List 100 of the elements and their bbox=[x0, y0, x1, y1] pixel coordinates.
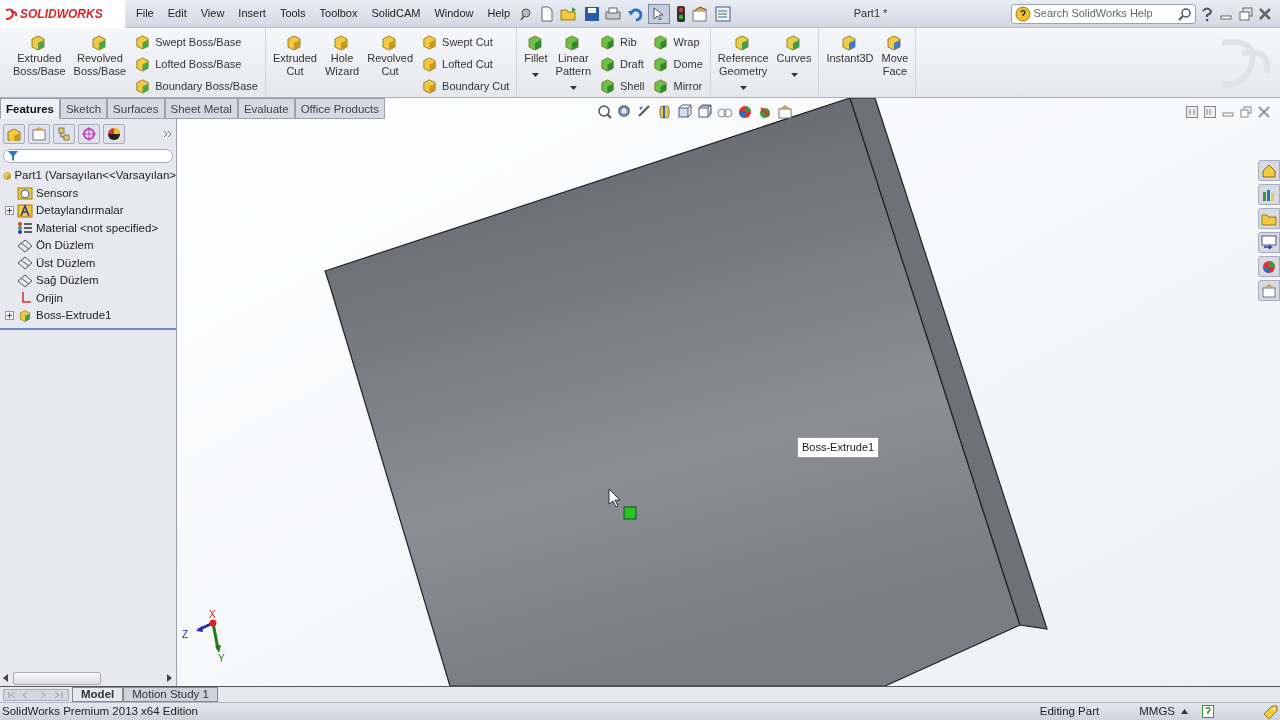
tree-item[interactable]: Part1 (Varsayılan<<Varsayılan> bbox=[0, 167, 176, 185]
ribbon-button[interactable]: Mirror bbox=[649, 76, 706, 97]
ribbon-button[interactable]: Curves bbox=[773, 32, 815, 80]
scroll-right-icon[interactable] bbox=[167, 674, 173, 682]
zoom-fit-icon[interactable] bbox=[597, 104, 613, 120]
menu-item[interactable]: File bbox=[129, 5, 161, 22]
expand-icon[interactable] bbox=[5, 206, 14, 216]
ribbon-button[interactable]: Swept Cut bbox=[418, 32, 513, 53]
menu-item[interactable]: SolidCAM bbox=[364, 5, 428, 22]
scroll-left-icon[interactable] bbox=[3, 674, 9, 682]
help-icon[interactable] bbox=[1199, 5, 1214, 22]
menu-item[interactable]: View bbox=[193, 5, 232, 22]
ribbon-button[interactable]: Reference Geometry bbox=[714, 32, 772, 93]
ribbon-button[interactable]: Wrap bbox=[649, 32, 706, 53]
tree-item[interactable]: Orijin bbox=[0, 289, 176, 307]
ribbon-button[interactable]: Lofted Boss/Base bbox=[131, 54, 261, 75]
ribbon-button[interactable]: Shell bbox=[596, 76, 648, 97]
ribbon-button[interactable]: Instant3D bbox=[823, 32, 877, 67]
traffic-light-icon[interactable] bbox=[675, 4, 686, 23]
restore-icon[interactable] bbox=[1240, 106, 1252, 118]
command-tab[interactable]: Office Products bbox=[294, 98, 386, 119]
command-tab[interactable]: Sheet Metal bbox=[164, 98, 238, 119]
checklist-icon[interactable] bbox=[714, 5, 731, 22]
document-tab[interactable]: Motion Study 1 bbox=[123, 687, 218, 702]
home-icon[interactable] bbox=[1261, 162, 1277, 179]
new-document-icon[interactable] bbox=[538, 5, 555, 22]
ribbon-button[interactable]: Boundary Cut bbox=[418, 76, 513, 97]
scrollbar-thumb[interactable] bbox=[13, 671, 101, 685]
caret-up-icon[interactable] bbox=[1181, 709, 1188, 714]
view-settings-icon[interactable] bbox=[777, 104, 793, 120]
quick-help-icon[interactable] bbox=[1202, 705, 1214, 718]
command-tab[interactable]: Sketch bbox=[59, 98, 108, 119]
appearance-icon[interactable] bbox=[1261, 258, 1277, 275]
ribbon-button[interactable]: Hole Wizard bbox=[321, 32, 363, 80]
menu-item[interactable]: Edit bbox=[160, 5, 194, 22]
restore-icon[interactable] bbox=[1238, 6, 1253, 21]
cube-icon bbox=[285, 34, 304, 52]
ribbon-button[interactable]: Extruded Cut bbox=[269, 32, 320, 80]
ribbon-button[interactable]: Dome bbox=[649, 54, 706, 75]
property-tab[interactable] bbox=[28, 124, 50, 144]
appearance-icon[interactable] bbox=[737, 104, 753, 120]
cube-icon bbox=[886, 34, 904, 52]
command-tab[interactable]: Surfaces bbox=[107, 98, 165, 119]
configuration-tab[interactable] bbox=[53, 124, 75, 144]
display-style-icon[interactable] bbox=[697, 104, 713, 120]
ribbon-button[interactable]: Linear Pattern bbox=[552, 32, 594, 93]
close-icon[interactable] bbox=[1258, 106, 1270, 118]
menu-item[interactable]: Tools bbox=[272, 5, 313, 22]
tree-item[interactable]: Material <not specified> bbox=[0, 219, 176, 237]
tag-icon[interactable] bbox=[1262, 703, 1278, 720]
menu-item[interactable]: Help bbox=[480, 5, 518, 22]
part-icon bbox=[6, 127, 22, 141]
cube-icon bbox=[90, 34, 109, 52]
split-view-icon[interactable] bbox=[1186, 106, 1198, 118]
ribbon-button[interactable]: Move Face bbox=[878, 32, 912, 80]
view-orientation-icon[interactable] bbox=[677, 104, 693, 120]
print-icon[interactable] bbox=[605, 5, 622, 22]
ribbon-button[interactable]: Fillet bbox=[521, 32, 551, 80]
status-text: SolidWorks Premium 2013 x64 Edition bbox=[1, 703, 199, 719]
ribbon-button[interactable]: Revolved Cut bbox=[364, 32, 417, 80]
menu-item[interactable]: Insert bbox=[231, 5, 273, 22]
filter-field[interactable] bbox=[3, 149, 173, 163]
save-icon[interactable] bbox=[583, 5, 600, 22]
units-selector[interactable]: MMGS bbox=[1139, 702, 1175, 720]
ribbon-button[interactable]: Swept Boss/Base bbox=[131, 32, 261, 53]
close-icon[interactable] bbox=[1258, 6, 1272, 21]
configuration-icon bbox=[56, 127, 72, 141]
view-palette-icon[interactable] bbox=[1261, 234, 1277, 251]
tree-item[interactable]: Sağ Düzlem bbox=[0, 272, 176, 290]
tree-item[interactable]: Ön Düzlem bbox=[0, 237, 176, 255]
material-icon bbox=[17, 221, 33, 236]
ribbon-button[interactable]: Boundary Boss/Base bbox=[131, 76, 261, 97]
search-box[interactable]: Search SolidWorks Help bbox=[1010, 3, 1196, 24]
tree-item[interactable]: Detaylandırmalar bbox=[0, 202, 176, 220]
sensor-icon bbox=[17, 186, 33, 201]
split-view-icon[interactable] bbox=[1204, 106, 1216, 118]
command-tab[interactable]: Features bbox=[0, 98, 60, 119]
menu-item[interactable]: Toolbox bbox=[312, 5, 365, 22]
ribbon-button[interactable]: Extruded Boss/Base bbox=[10, 32, 69, 80]
expand-chevron-icon[interactable] bbox=[163, 129, 173, 139]
options-icon[interactable] bbox=[691, 5, 710, 22]
zoom-area-icon[interactable] bbox=[617, 104, 633, 120]
display-tab[interactable] bbox=[103, 124, 125, 144]
cube-icon bbox=[421, 78, 439, 95]
document-tab[interactable]: Model bbox=[72, 687, 124, 702]
custom-properties-icon[interactable] bbox=[1261, 282, 1277, 299]
ribbon-button[interactable]: Revolved Boss/Base bbox=[70, 32, 130, 80]
tree-item[interactable]: Sensors bbox=[0, 184, 176, 202]
ribbon-button[interactable]: Draft bbox=[596, 54, 648, 75]
ribbon-button[interactable]: Rib bbox=[596, 32, 648, 53]
cursor-icon bbox=[608, 488, 621, 508]
menu-item[interactable]: Window bbox=[427, 5, 481, 22]
ribbon-button[interactable]: Lofted Cut bbox=[418, 54, 513, 75]
section-view-icon[interactable] bbox=[657, 104, 673, 120]
expand-icon[interactable] bbox=[5, 311, 14, 321]
tree-item[interactable]: Boss-Extrude1 bbox=[0, 307, 176, 325]
tree-tab[interactable] bbox=[3, 124, 25, 144]
tree-item[interactable]: Üst Düzlem bbox=[0, 254, 176, 272]
command-tab[interactable]: Evaluate bbox=[237, 98, 295, 119]
search-icon[interactable] bbox=[1177, 6, 1192, 21]
